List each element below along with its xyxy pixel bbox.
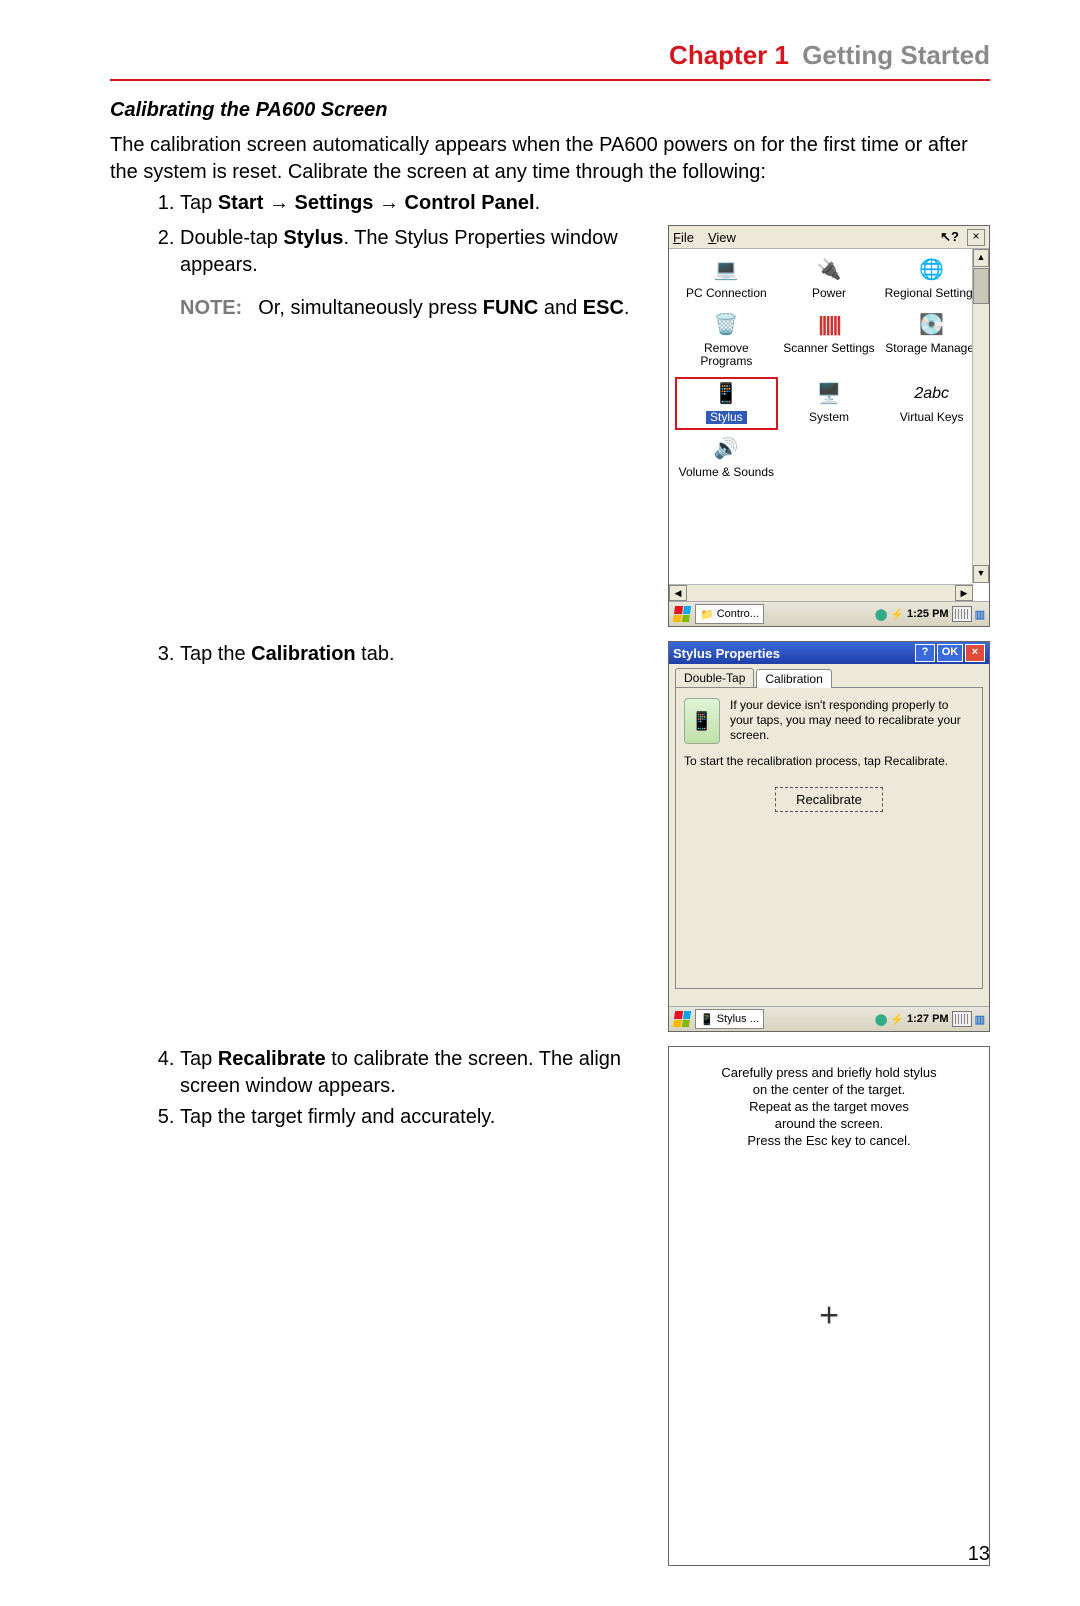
step-list: Tap Start → Settings → Control Panel.	[110, 192, 990, 215]
tray-time: 1:25 PM	[907, 608, 949, 620]
remove-programs-icon: 🗑️	[709, 310, 743, 340]
cp-item-power[interactable]: 🔌 Power	[778, 253, 881, 306]
cp-item-virtual-keys[interactable]: 2abc Virtual Keys	[880, 377, 983, 430]
tray-time: 1:27 PM	[907, 1013, 949, 1025]
screenshot-stylus-properties: Stylus Properties ? OK × Double-Tap Cali…	[668, 641, 990, 1032]
calibration-start-text: To start the recalibration process, tap …	[684, 754, 974, 769]
step-1: Tap Start → Settings → Control Panel.	[180, 192, 990, 215]
window-title: Stylus Properties	[673, 646, 780, 661]
stylus-icon: 📱	[700, 1013, 714, 1026]
tray-battery-icon[interactable]: ⚡	[890, 608, 904, 621]
section-title: Calibrating the PA600 Screen	[110, 99, 990, 122]
taskbar-task[interactable]: 📁 Contro...	[695, 604, 764, 624]
calibration-target-icon[interactable]: +	[819, 1297, 839, 1336]
barcode-icon: ||||||	[812, 310, 846, 340]
cp-item-regional[interactable]: 🌐 Regional Settings	[880, 253, 983, 306]
step-2: Double-tap Stylus. The Stylus Properties…	[180, 225, 648, 279]
cp-item-remove-programs[interactable]: 🗑️ Remove Programs	[675, 308, 778, 374]
taskbar-task[interactable]: 📱 Stylus ...	[695, 1009, 764, 1029]
cp-item-storage[interactable]: 💽 Storage Manager	[880, 308, 983, 374]
ok-button[interactable]: OK	[937, 644, 963, 662]
system-icon: 🖥️	[812, 379, 846, 409]
help-cursor-icon[interactable]: ↖?	[940, 229, 959, 245]
close-button[interactable]: ×	[965, 644, 985, 662]
globe-icon: 🌐	[915, 255, 949, 285]
tray-icon[interactable]: ⬤	[875, 1013, 887, 1026]
chapter-title: Getting Started	[802, 40, 990, 70]
virtual-keys-icon: 2abc	[915, 379, 949, 409]
calibration-tip: If your device isn't responding properly…	[730, 698, 974, 743]
folder-icon: 📁	[700, 608, 714, 621]
power-icon: 🔌	[812, 255, 846, 285]
cp-item-pc-connection[interactable]: 💻 PC Connection	[675, 253, 778, 306]
scroll-thumb[interactable]	[973, 268, 989, 304]
note-label: NOTE:	[180, 295, 242, 322]
vertical-scrollbar[interactable]: ▲ ▼	[972, 249, 989, 583]
page-number: 13	[968, 1543, 990, 1566]
start-button[interactable]	[671, 1009, 693, 1029]
screenshot-align-screen: Carefully press and briefly hold stylus …	[668, 1046, 990, 1566]
align-instructions: Carefully press and briefly hold stylus …	[669, 1065, 989, 1149]
scroll-down-icon[interactable]: ▼	[973, 565, 989, 583]
taskbar: 📁 Contro... ⬤ ⚡ 1:25 PM ▥	[669, 601, 989, 626]
system-tray: ⬤ ⚡ 1:27 PM ▥	[875, 1011, 987, 1027]
screenshot-control-panel: File View ↖? × 💻 PC Connection 🔌 Power	[668, 225, 990, 627]
cp-item-stylus-selected[interactable]: 📱 Stylus	[675, 377, 778, 430]
windows-logo-icon	[673, 1011, 691, 1027]
chapter-number: Chapter 1	[669, 40, 789, 70]
tab-strip: Double-Tap Calibration	[675, 668, 983, 688]
device-icon: 📱	[684, 698, 720, 744]
desktop-icon[interactable]: ▥	[975, 608, 985, 621]
tray-icon[interactable]: ⬤	[875, 608, 887, 621]
titlebar: Stylus Properties ? OK ×	[669, 642, 989, 664]
chapter-header: Chapter 1 Getting Started	[110, 40, 990, 81]
cp-item-system[interactable]: 🖥️ System	[778, 377, 881, 430]
tab-calibration[interactable]: Calibration	[756, 669, 831, 688]
keyboard-icon[interactable]	[952, 606, 972, 622]
cp-item-volume-sounds[interactable]: 🔊 Volume & Sounds	[675, 432, 778, 485]
menu-view[interactable]: View	[708, 230, 736, 245]
horizontal-scrollbar[interactable]: ◀ ▶	[669, 584, 973, 601]
scroll-right-icon[interactable]: ▶	[955, 585, 973, 601]
intro-paragraph: The calibration screen automatically app…	[110, 132, 990, 186]
recalibrate-button[interactable]: Recalibrate	[775, 787, 883, 812]
note-text: Or, simultaneously press FUNC and ESC.	[258, 295, 629, 322]
scroll-left-icon[interactable]: ◀	[669, 585, 687, 601]
storage-icon: 💽	[915, 310, 949, 340]
desktop-icon[interactable]: ▥	[975, 1013, 985, 1026]
note-block: NOTE: Or, simultaneously press FUNC and …	[110, 295, 648, 322]
start-button[interactable]	[671, 604, 693, 624]
tab-double-tap[interactable]: Double-Tap	[675, 668, 754, 687]
tray-battery-icon[interactable]: ⚡	[890, 1013, 904, 1026]
step-5: Tap the target firmly and accurately.	[180, 1104, 648, 1131]
keyboard-icon[interactable]	[952, 1011, 972, 1027]
pc-connection-icon: 💻	[709, 255, 743, 285]
step-4: Tap Recalibrate to calibrate the screen.…	[180, 1046, 648, 1100]
sound-icon: 🔊	[709, 434, 743, 464]
cp-item-scanner[interactable]: |||||| Scanner Settings	[778, 308, 881, 374]
menu-file[interactable]: File	[673, 230, 694, 245]
stylus-icon: 📱	[709, 379, 743, 409]
windows-logo-icon	[673, 606, 691, 622]
menubar: File View ↖? ×	[669, 226, 989, 249]
close-button[interactable]: ×	[967, 229, 985, 246]
system-tray: ⬤ ⚡ 1:25 PM ▥	[875, 606, 987, 622]
step-3: Tap the Calibration tab.	[180, 641, 648, 668]
help-button[interactable]: ?	[915, 644, 935, 662]
scroll-up-icon[interactable]: ▲	[973, 249, 989, 267]
tab-panel: 📱 If your device isn't responding proper…	[675, 688, 983, 989]
taskbar: 📱 Stylus ... ⬤ ⚡ 1:27 PM ▥	[669, 1006, 989, 1031]
